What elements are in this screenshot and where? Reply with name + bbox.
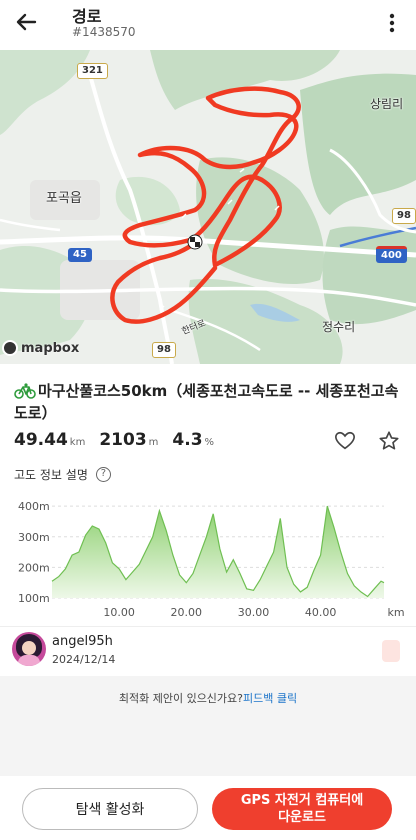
x-tick-label: 30.00 [238, 606, 270, 619]
elevation-heading: 고도 정보 설명 ? [14, 466, 111, 483]
favorite-button[interactable] [334, 430, 356, 452]
y-tick-label: 100m [18, 592, 50, 605]
elevation-stat: 2103 m [99, 430, 159, 450]
back-button[interactable] [10, 6, 42, 38]
gps-download-button[interactable]: GPS 자전거 컴퓨터에 다운로드 [212, 788, 392, 830]
feedback-link[interactable]: 피드백 클릭 [243, 692, 297, 705]
avatar[interactable] [12, 632, 46, 666]
author-date: 2024/12/14 [52, 653, 116, 666]
x-tick-label: 20.00 [171, 606, 203, 619]
place-label-pogok: 포곡읍 [46, 191, 82, 206]
divider [0, 626, 416, 627]
mapbox-logo[interactable]: mapbox [2, 340, 79, 356]
app-header: 경로 #1438570 [0, 0, 416, 50]
heart-icon [335, 431, 355, 450]
y-tick-label: 400m [18, 500, 50, 513]
author-row[interactable]: angel95h 2024/12/14 [12, 632, 404, 672]
star-icon [379, 431, 399, 450]
route-map[interactable]: 321 98 98 400 45 포곡읍 상림리 정수리 한터로 mapbox [0, 50, 416, 364]
elevation-chart: 400m 300m 200m 100m 10.00 20.00 30.00 40.00 km [18, 500, 405, 619]
author-name[interactable]: angel95h [52, 634, 113, 649]
more-button[interactable] [382, 10, 402, 36]
national-road-badge: 45 [68, 248, 92, 262]
grade-stat: 4.3% [172, 430, 215, 450]
road-badge-98-east: 98 [392, 208, 416, 224]
x-axis-label: km [387, 606, 404, 619]
road-badge-321: 321 [77, 63, 108, 79]
x-tick-label: 40.00 [305, 606, 337, 619]
author-badge [382, 640, 400, 662]
expressway-badge: 400 [376, 246, 407, 263]
route-id: #1438570 [72, 25, 136, 39]
finish-flag-icon [187, 234, 203, 250]
feedback-prompt: 최적화 제안이 있으신가요?피드백 클릭 [118, 692, 298, 705]
y-tick-label: 300m [18, 531, 50, 544]
road-badge-98-south: 98 [152, 342, 176, 358]
page-title: 경로 [72, 7, 102, 26]
x-tick-label: 10.00 [103, 606, 135, 619]
map-canvas [0, 50, 416, 364]
y-tick-label: 200m [18, 561, 50, 574]
mapbox-icon [2, 340, 18, 356]
route-stats: 49.44 km 2103 m 4.3% [14, 430, 214, 458]
distance-stat: 49.44 km [14, 430, 86, 450]
bicycle-icon [14, 383, 36, 399]
elevation-area [52, 506, 384, 598]
bookmark-button[interactable] [378, 430, 400, 452]
help-icon[interactable]: ? [95, 467, 111, 482]
place-label-jeongsu: 정수리 [322, 320, 356, 334]
course-title: 마구산풀코스50km（세종포천고속도로 -- 세종포천고속도로） [14, 382, 399, 422]
place-label-sangnim: 상림리 [370, 97, 404, 111]
more-vertical-icon [389, 13, 395, 33]
arrow-left-icon [16, 13, 37, 31]
explore-button[interactable]: 탐색 활성화 [22, 788, 198, 830]
